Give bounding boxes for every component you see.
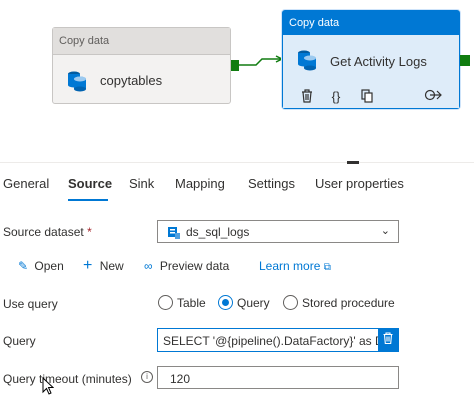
success-output-port[interactable] <box>460 55 470 66</box>
database-icon <box>65 68 89 97</box>
activity-name: Get Activity Logs <box>330 54 427 69</box>
open-button[interactable]: ✎ Open <box>18 259 64 273</box>
tab-settings[interactable]: Settings <box>248 176 295 191</box>
use-query-label: Use query <box>3 297 58 311</box>
radio-stored-procedure[interactable] <box>283 295 298 310</box>
timeout-value: 120 <box>170 372 191 386</box>
query-input[interactable]: SELECT '@{pipeline().DataFactory}' as Da… <box>157 328 399 352</box>
activity-type-label: Copy data <box>283 11 459 35</box>
radio-query[interactable] <box>218 295 233 310</box>
query-timeout-input[interactable]: 120 <box>157 366 399 389</box>
radio-table-label: Table <box>177 296 206 310</box>
chevron-down-icon: ⌄ <box>380 225 390 237</box>
radio-query-label: Query <box>237 296 270 310</box>
activity-copytables[interactable]: Copy data copytables <box>52 27 231 104</box>
code-icon[interactable]: {} <box>328 89 344 105</box>
query-label: Query <box>3 334 36 348</box>
new-button[interactable]: + New <box>83 257 124 274</box>
panel-splitter <box>0 162 474 163</box>
active-tab-indicator <box>68 199 108 201</box>
external-link-icon: ⧉ <box>323 262 331 273</box>
learn-more-link[interactable]: Learn more ⧉ <box>259 259 331 273</box>
source-dataset-label: Source dataset * <box>3 225 92 239</box>
activity-type-label: Copy data <box>53 28 230 55</box>
pencil-icon: ✎ <box>18 259 29 273</box>
preview-data-button[interactable]: ∞ Preview data <box>144 259 229 273</box>
radio-table[interactable] <box>158 295 173 310</box>
activity-get-activity-logs[interactable]: Copy data Get Activity Logs {} <box>282 10 460 109</box>
delete-icon[interactable] <box>378 329 398 351</box>
splitter-handle[interactable] <box>347 161 359 164</box>
glasses-icon: ∞ <box>144 259 153 273</box>
query-text: SELECT '@{pipeline().DataFactory}' as Da… <box>163 334 398 348</box>
query-timeout-label: Query timeout (minutes) <box>3 372 132 386</box>
required-marker: * <box>87 225 92 239</box>
activity-name: copytables <box>100 73 163 88</box>
pipeline-canvas[interactable]: Copy data copytables Copy data Get Activ… <box>0 0 474 162</box>
tab-sink[interactable]: Sink <box>129 176 154 191</box>
source-dataset-dropdown[interactable]: ds_sql_logs ⌄ <box>157 220 399 243</box>
dataset-icon <box>168 226 180 244</box>
delete-icon[interactable] <box>299 89 315 105</box>
mouse-cursor-icon <box>42 376 55 400</box>
copy-icon[interactable] <box>359 89 375 105</box>
radio-stored-procedure-label: Stored procedure <box>302 296 395 310</box>
tab-source[interactable]: Source <box>68 176 112 191</box>
tab-general[interactable]: General <box>3 176 49 191</box>
database-icon <box>295 47 319 76</box>
plus-icon: + <box>83 257 93 274</box>
connector-line <box>238 55 284 66</box>
output-icon[interactable] <box>423 89 443 105</box>
tab-mapping[interactable]: Mapping <box>175 176 225 191</box>
dropdown-value: ds_sql_logs <box>186 225 250 239</box>
info-icon[interactable]: i <box>141 371 153 383</box>
tab-user-properties[interactable]: User properties <box>315 176 404 191</box>
